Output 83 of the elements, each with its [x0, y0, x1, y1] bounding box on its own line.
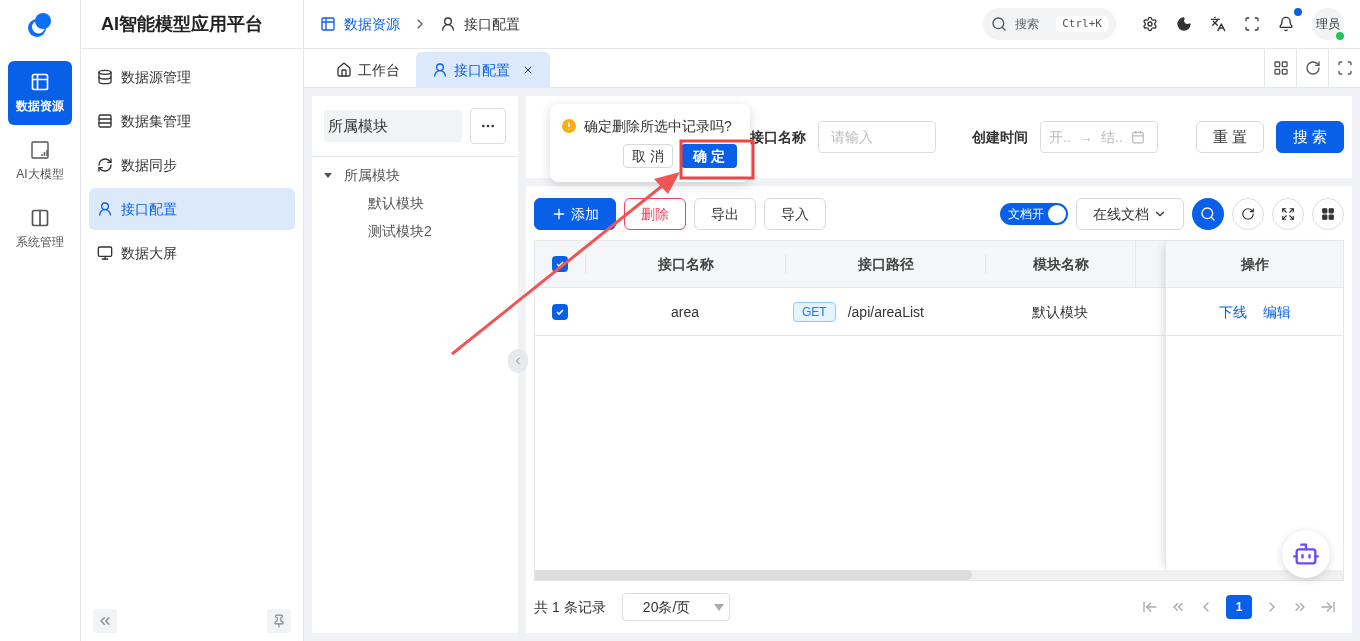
person-icon [440, 16, 456, 32]
grid-icon [1272, 60, 1289, 76]
rows-icon [97, 113, 113, 129]
checkbox[interactable] [552, 303, 568, 320]
refresh-icon [97, 157, 113, 173]
column-header: 接口名称 [657, 255, 714, 274]
fullscreen-icon [1336, 60, 1353, 76]
check-icon [555, 306, 565, 317]
doc-dropdown[interactable]: 在线文档 [1076, 198, 1184, 230]
page-size-select[interactable]: 20条/页 [621, 593, 730, 621]
table-cell-text: /api/areaList [847, 302, 924, 322]
column-header: 模块名称 [1032, 255, 1089, 274]
table-cell-text: area [671, 302, 699, 322]
method-tag: GET [793, 301, 836, 322]
sidebar-item[interactable]: 数据源管理 [89, 56, 295, 98]
calendar-icon [1130, 130, 1145, 144]
settings-icon[interactable] [1142, 16, 1158, 32]
column-header: 接口路径 [857, 255, 914, 274]
logo-icon [26, 10, 54, 39]
moon-icon[interactable] [1176, 16, 1192, 32]
scrollbar-thumb[interactable] [535, 570, 972, 580]
columns-icon [30, 208, 50, 228]
table-icon [320, 16, 336, 32]
home-icon [336, 61, 352, 78]
page-tab[interactable]: 工作台 [320, 52, 416, 87]
page-tab[interactable]: 接口配置 [416, 52, 550, 87]
tree-node[interactable]: 所属模块 [344, 165, 400, 185]
action-link[interactable]: 编辑 [1262, 301, 1291, 322]
breadcrumb-link[interactable]: 数据资源 [344, 14, 400, 34]
confirm-button[interactable]: 确 定 [681, 144, 737, 168]
column-header: 操作 [1240, 255, 1269, 274]
search-icon [1200, 206, 1216, 222]
confirm-message: 确定删除所选中记录吗? [584, 117, 732, 136]
database-icon [97, 69, 113, 85]
search-field[interactable]: 搜索 Ctrl+K [983, 8, 1116, 40]
action-link[interactable]: 下线 [1218, 301, 1247, 322]
collapse-button[interactable] [93, 609, 117, 633]
filter-label: 创建时间 [972, 128, 1028, 147]
toolbar-button[interactable]: 导入 [764, 198, 826, 230]
sidebar-item[interactable]: 接口配置 [89, 188, 295, 230]
search-icon [991, 16, 1007, 32]
tree-node[interactable]: 默认模块 [368, 193, 424, 213]
warning-icon [562, 119, 576, 133]
bell-icon[interactable] [1278, 16, 1294, 32]
page-number[interactable]: 1 [1226, 595, 1252, 619]
total-count: 共 1 条记录 [534, 598, 606, 617]
user-avatar[interactable]: 理员 [1312, 8, 1344, 40]
search-button[interactable]: 搜 索 [1275, 121, 1344, 153]
doc-switch[interactable]: 文档开 [1000, 203, 1068, 225]
expand-icon [1281, 207, 1295, 221]
dropdown-caret-icon [714, 603, 725, 611]
person-icon [432, 61, 448, 78]
app-title: AI智能模型应用平台 [101, 13, 263, 36]
collapse-handle[interactable] [508, 349, 528, 373]
grid-icon [1321, 207, 1335, 221]
tree-node[interactable]: 测试模块2 [368, 221, 432, 241]
toolbar-button[interactable]: 删除 [624, 198, 686, 230]
pin-button[interactable] [267, 609, 291, 633]
search-button[interactable] [1192, 198, 1224, 230]
breadcrumb-current: 接口配置 [464, 15, 520, 34]
sidebar-item[interactable]: 数据大屏 [89, 232, 295, 274]
table-icon [30, 72, 50, 92]
monitor-icon [97, 245, 113, 261]
module-field[interactable]: 所属模块 [324, 110, 462, 142]
table-cell-text: 默认模块 [1032, 302, 1088, 322]
toolbar-button[interactable]: 导出 [694, 198, 756, 230]
reset-button[interactable]: 重 置 [1195, 121, 1264, 153]
translate-icon[interactable] [1210, 16, 1226, 32]
rail-item[interactable]: 系统管理 [8, 197, 72, 261]
plus-icon [551, 206, 567, 222]
rail-item[interactable]: 数据资源 [8, 61, 72, 125]
rail-item[interactable]: AI大模型 [8, 129, 72, 193]
chip-icon [30, 140, 50, 160]
refresh-icon [1241, 207, 1255, 221]
cancel-button[interactable]: 取 消 [623, 144, 674, 168]
sidebar-item[interactable]: 数据集管理 [89, 100, 295, 142]
check-icon [555, 259, 565, 269]
sidebar-item[interactable]: 数据同步 [89, 144, 295, 186]
refresh-icon [1304, 60, 1321, 76]
fullscreen-icon[interactable] [1244, 16, 1260, 32]
add-button[interactable]: 添加 [534, 198, 616, 230]
person-icon [97, 201, 113, 217]
pin-icon [272, 614, 286, 628]
